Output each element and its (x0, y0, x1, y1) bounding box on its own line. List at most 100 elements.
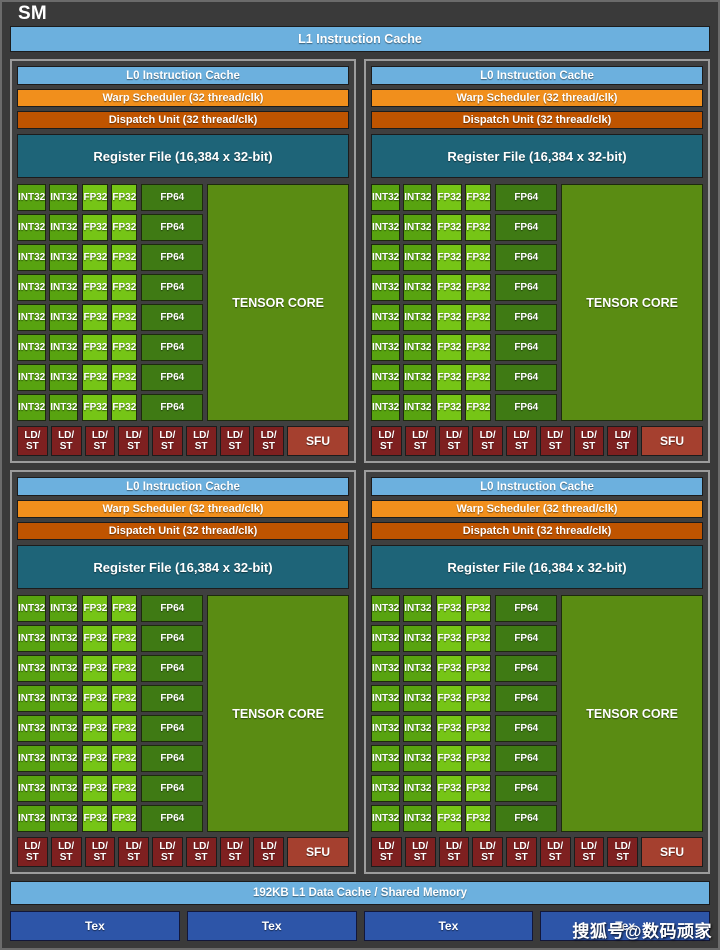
load-store-unit: LD/ST (186, 837, 217, 867)
int32-core: INT32 (49, 625, 78, 652)
tex-unit-4: Tex (540, 911, 710, 941)
load-store-row: LD/STLD/STLD/STLD/STLD/STLD/STLD/STLD/ST… (17, 837, 349, 867)
load-store-unit: LD/ST (574, 426, 605, 456)
fp64-core: FP64 (141, 244, 203, 271)
load-store-unit: LD/ST (405, 426, 436, 456)
load-store-unit: LD/ST (220, 837, 251, 867)
load-store-unit: LD/ST (405, 837, 436, 867)
load-store-label-bottom: ST (161, 441, 174, 452)
int32-column: INT32INT32INT32INT32INT32INT32INT32INT32… (17, 184, 78, 421)
int32-row: INT32INT32 (17, 595, 78, 622)
load-store-label-bottom: ST (60, 441, 73, 452)
int32-row: INT32INT32 (371, 304, 432, 331)
fp64-row: FP64 (141, 625, 203, 652)
fp64-core: FP64 (141, 805, 203, 832)
load-store-unit: LD/ST (607, 426, 638, 456)
fp32-core: FP32 (465, 595, 491, 622)
load-store-label-bottom: ST (127, 852, 140, 863)
sm-diagram: SM L1 Instruction Cache L0 Instruction C… (0, 0, 720, 950)
fp32-core: FP32 (82, 745, 108, 772)
int32-core: INT32 (49, 244, 78, 271)
int32-row: INT32INT32 (371, 184, 432, 211)
fp64-row: FP64 (495, 214, 557, 241)
fp64-row: FP64 (495, 685, 557, 712)
load-store-label-top: LD/ (513, 841, 529, 852)
int32-core: INT32 (49, 715, 78, 742)
load-store-label-top: LD/ (261, 430, 277, 441)
core-array: INT32INT32INT32INT32INT32INT32INT32INT32… (17, 595, 349, 832)
fp64-row: FP64 (141, 304, 203, 331)
fp32-core: FP32 (111, 715, 137, 742)
fp32-row: FP32FP32 (436, 184, 491, 211)
fp32-core: FP32 (465, 214, 491, 241)
load-store-unit: LD/ST (540, 426, 571, 456)
fp64-core: FP64 (141, 184, 203, 211)
load-store-unit: LD/ST (152, 426, 183, 456)
int32-core: INT32 (49, 184, 78, 211)
int32-core: INT32 (17, 184, 46, 211)
int32-core: INT32 (403, 304, 432, 331)
int32-row: INT32INT32 (17, 745, 78, 772)
load-store-label-bottom: ST (93, 852, 106, 863)
fp32-core: FP32 (82, 244, 108, 271)
load-store-label-bottom: ST (481, 441, 494, 452)
int32-core: INT32 (17, 364, 46, 391)
fp32-core: FP32 (436, 745, 462, 772)
load-store-unit: LD/ST (506, 426, 537, 456)
fp64-row: FP64 (141, 394, 203, 421)
register-file: Register File (16,384 x 32-bit) (371, 134, 703, 178)
int32-core: INT32 (403, 655, 432, 682)
fp64-core: FP64 (495, 655, 557, 682)
int32-core: INT32 (371, 595, 400, 622)
int32-row: INT32INT32 (371, 595, 432, 622)
fp32-row: FP32FP32 (436, 655, 491, 682)
int32-row: INT32INT32 (371, 805, 432, 832)
load-store-label-bottom: ST (549, 852, 562, 863)
load-store-label-top: LD/ (92, 430, 108, 441)
fp32-core: FP32 (111, 625, 137, 652)
load-store-unit: LD/ST (607, 837, 638, 867)
load-store-label-top: LD/ (159, 841, 175, 852)
fp64-row: FP64 (141, 244, 203, 271)
load-store-label-top: LD/ (547, 841, 563, 852)
load-store-label-top: LD/ (227, 841, 243, 852)
fp64-core: FP64 (141, 685, 203, 712)
load-store-unit: LD/ST (253, 837, 284, 867)
int32-row: INT32INT32 (371, 715, 432, 742)
dispatch-unit: Dispatch Unit (32 thread/clk) (17, 111, 349, 129)
fp32-row: FP32FP32 (82, 304, 137, 331)
tensor-core: TENSOR CORE (561, 184, 703, 421)
tensor-core: TENSOR CORE (207, 184, 349, 421)
fp64-row: FP64 (495, 334, 557, 361)
load-store-label-bottom: ST (582, 852, 595, 863)
dispatch-unit: Dispatch Unit (32 thread/clk) (17, 522, 349, 540)
int32-row: INT32INT32 (17, 775, 78, 802)
fp32-row: FP32FP32 (82, 214, 137, 241)
fp32-core: FP32 (436, 184, 462, 211)
fp32-row: FP32FP32 (82, 184, 137, 211)
fp32-core: FP32 (465, 184, 491, 211)
int32-core: INT32 (17, 214, 46, 241)
fp32-core: FP32 (465, 364, 491, 391)
processing-block-3: L0 Instruction CacheWarp Scheduler (32 t… (10, 470, 356, 874)
fp32-core: FP32 (465, 304, 491, 331)
load-store-unit: LD/ST (439, 837, 470, 867)
int32-row: INT32INT32 (371, 775, 432, 802)
load-store-label-top: LD/ (193, 841, 209, 852)
fp32-row: FP32FP32 (82, 394, 137, 421)
fp32-row: FP32FP32 (436, 244, 491, 271)
fp32-row: FP32FP32 (436, 394, 491, 421)
int32-row: INT32INT32 (17, 184, 78, 211)
fp64-core: FP64 (141, 595, 203, 622)
tex-unit-2: Tex (187, 911, 357, 941)
fp32-core: FP32 (82, 214, 108, 241)
int32-core: INT32 (371, 805, 400, 832)
l0-instruction-cache: L0 Instruction Cache (371, 66, 703, 85)
fp32-core: FP32 (436, 685, 462, 712)
int32-core: INT32 (403, 244, 432, 271)
core-array: INT32INT32INT32INT32INT32INT32INT32INT32… (371, 184, 703, 421)
load-store-label-bottom: ST (515, 441, 528, 452)
fp32-column: FP32FP32FP32FP32FP32FP32FP32FP32FP32FP32… (82, 595, 137, 832)
load-store-row: LD/STLD/STLD/STLD/STLD/STLD/STLD/STLD/ST… (371, 837, 703, 867)
int32-row: INT32INT32 (371, 214, 432, 241)
